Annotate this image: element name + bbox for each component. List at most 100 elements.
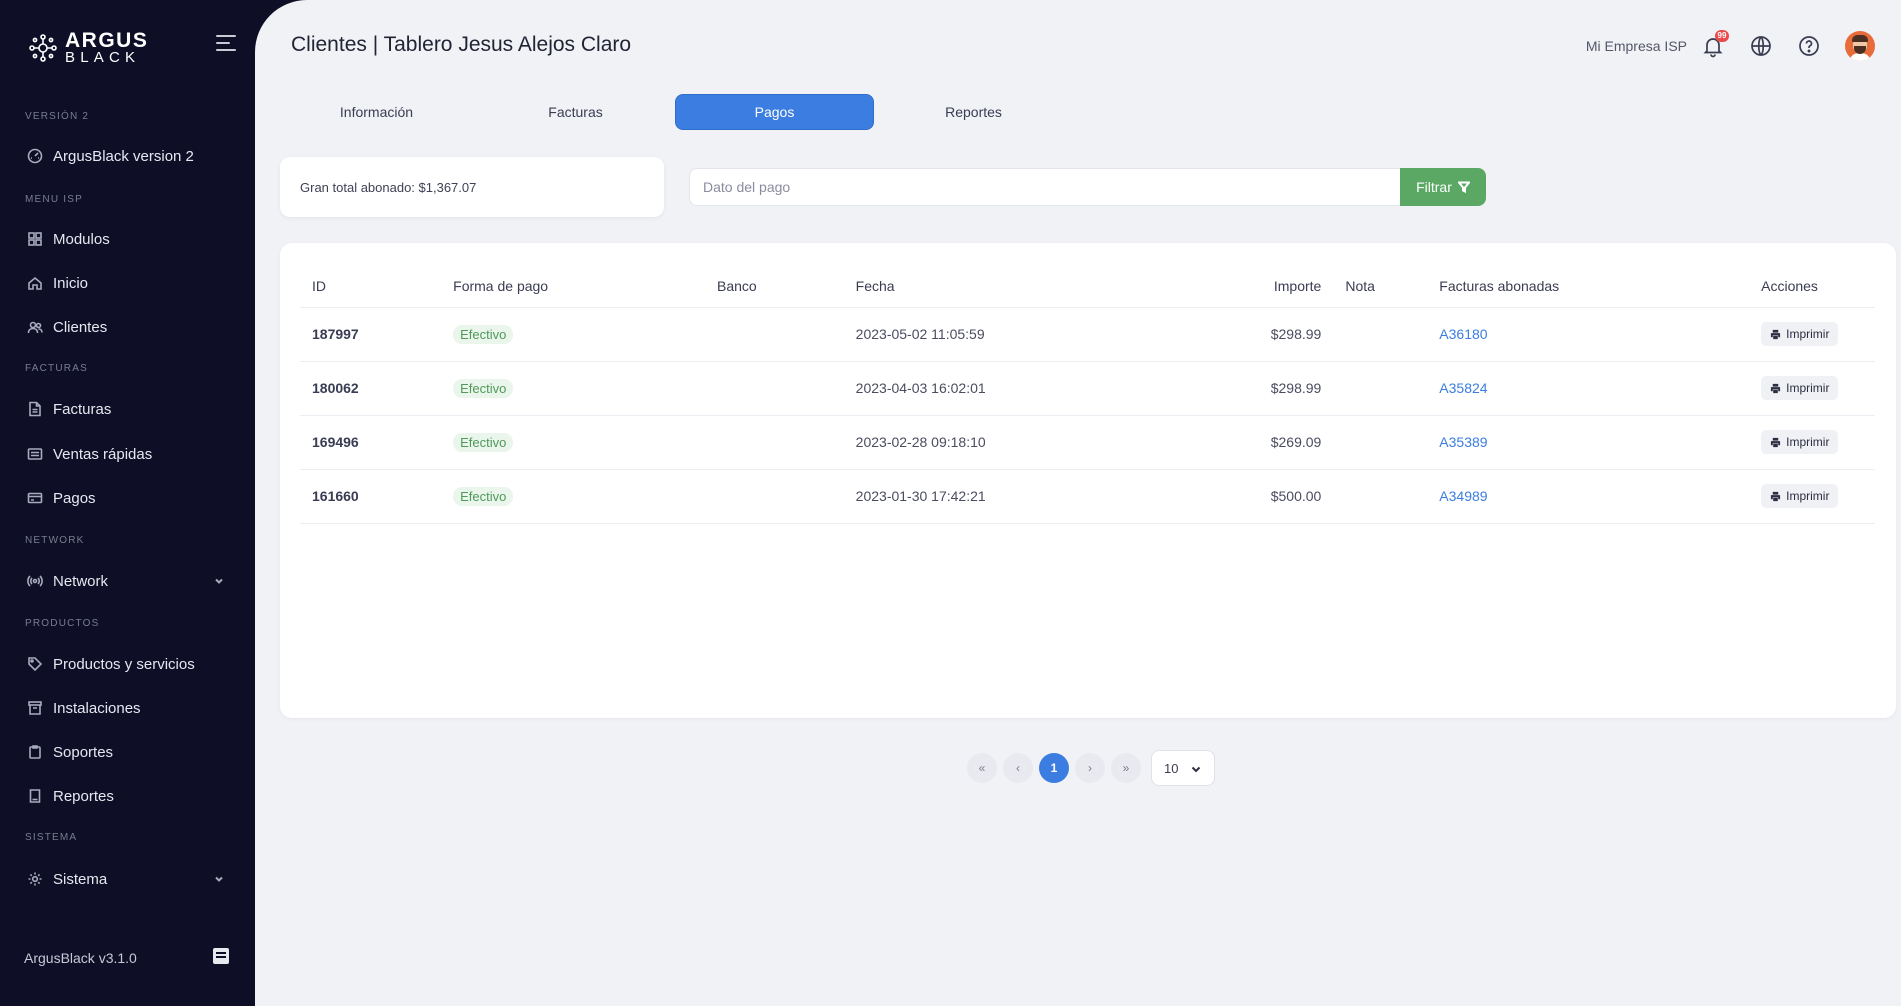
tab-reportes[interactable]: Reportes — [874, 94, 1073, 130]
invoice-cell: A36180 — [1439, 307, 1762, 362]
section-label-productos: PRODUCTOS — [25, 618, 100, 629]
payment-amount: $298.99 — [1155, 307, 1322, 362]
home-icon — [27, 275, 43, 291]
sidebar-item-label: Soportes — [53, 743, 114, 761]
sidebar: ARGUS BLACK VERSIÓN 2 ArgusBlack version… — [0, 0, 255, 1006]
sidebar-item-network[interactable]: Network — [27, 568, 237, 594]
argus-logo-icon — [29, 33, 57, 62]
sidebar-item-modulos[interactable]: Modulos — [27, 226, 237, 252]
bell-icon[interactable]: 99 — [1701, 30, 1729, 58]
invoice-cell: A34989 — [1439, 469, 1762, 524]
pagination: « ‹ 1 › » 10 — [967, 750, 1215, 786]
sidebar-item-instalaciones[interactable]: Instalaciones — [27, 695, 237, 721]
column-header-importe[interactable]: Importe — [1155, 265, 1322, 308]
first-page-button[interactable]: « — [967, 753, 997, 783]
card-icon — [27, 490, 43, 506]
section-label-facturas: FACTURAS — [25, 363, 88, 374]
table-row: 161660 Efectivo 2023-01-30 17:42:21 $500… — [300, 469, 1875, 524]
chevron-down-icon — [1191, 766, 1201, 773]
notification-badge: 99 — [1715, 30, 1729, 42]
sidebar-item-facturas[interactable]: Facturas — [27, 396, 237, 422]
column-header-facturas[interactable]: Facturas abonadas — [1439, 265, 1762, 308]
invoice-link[interactable]: A36180 — [1439, 326, 1487, 342]
user-avatar[interactable] — [1845, 31, 1875, 61]
terminal-icon[interactable] — [213, 948, 229, 964]
file-icon — [27, 401, 43, 417]
menu-toggle-icon[interactable] — [216, 35, 238, 55]
sidebar-item-label: ArgusBlack version 2 — [53, 147, 194, 165]
table-row: 180062 Efectivo 2023-04-03 16:02:01 $298… — [300, 361, 1875, 416]
chevron-down-icon[interactable] — [213, 872, 225, 884]
section-label-version: VERSIÓN 2 — [25, 111, 90, 122]
column-header-banco[interactable]: Banco — [717, 265, 856, 308]
globe-icon[interactable] — [1749, 34, 1773, 58]
invoice-link[interactable]: A35389 — [1439, 434, 1487, 450]
column-header-id[interactable]: ID — [300, 265, 454, 308]
print-button[interactable]: Imprimir — [1761, 484, 1839, 508]
sidebar-item-label: Reportes — [53, 787, 114, 805]
page-title: Clientes | Tablero Jesus Alejos Claro — [291, 33, 632, 56]
print-button[interactable]: Imprimir — [1761, 376, 1839, 400]
page-button-current[interactable]: 1 — [1039, 753, 1069, 783]
invoice-link[interactable]: A34989 — [1439, 488, 1487, 504]
funnel-icon — [1457, 181, 1470, 193]
invoice-link[interactable]: A35824 — [1439, 380, 1487, 396]
column-header-nota[interactable]: Nota — [1321, 265, 1440, 308]
payment-search-input[interactable] — [689, 168, 1400, 206]
sidebar-item-label: Clientes — [53, 318, 108, 336]
per-page-select[interactable]: 10 — [1151, 750, 1215, 786]
sidebar-item-sistema[interactable]: Sistema — [27, 866, 237, 892]
sidebar-item-label: Ventas rápidas — [53, 445, 153, 463]
sidebar-item-clientes[interactable]: Clientes — [27, 314, 237, 340]
actions-cell: Imprimir — [1761, 469, 1875, 524]
tab-facturas[interactable]: Facturas — [476, 94, 675, 130]
company-name[interactable]: Mi Empresa ISP — [1586, 38, 1687, 54]
sidebar-item-label: Inicio — [53, 274, 89, 292]
print-button[interactable]: Imprimir — [1761, 322, 1839, 346]
sidebar-item-label: Facturas — [53, 400, 112, 418]
payment-method-badge: Efectivo — [453, 324, 514, 344]
payment-amount: $269.09 — [1155, 415, 1322, 470]
column-header-forma[interactable]: Forma de pago — [453, 265, 718, 308]
next-page-button[interactable]: › — [1075, 753, 1105, 783]
sidebar-item-ventas-rapidas[interactable]: Ventas rápidas — [27, 441, 237, 467]
column-header-fecha[interactable]: Fecha — [855, 265, 1156, 308]
payments-table: ID Forma de pago Banco Fecha Importe Not… — [300, 265, 1875, 524]
sidebar-item-inicio[interactable]: Inicio — [27, 270, 237, 296]
brand-subname: BLACK — [65, 49, 141, 66]
help-icon[interactable] — [1797, 34, 1821, 58]
payment-note — [1321, 415, 1440, 470]
printer-icon — [1771, 491, 1781, 501]
payment-note — [1321, 307, 1440, 362]
print-button-label: Imprimir — [1786, 435, 1830, 449]
sidebar-item-reportes[interactable]: Reportes — [27, 783, 237, 809]
users-icon — [27, 319, 43, 335]
clipboard-icon — [27, 744, 43, 760]
total-paid-card: Gran total abonado: $1,367.07 — [280, 157, 664, 217]
bank-cell — [717, 361, 856, 416]
chevron-down-icon[interactable] — [213, 574, 225, 586]
sidebar-item-soportes[interactable]: Soportes — [27, 739, 237, 765]
sidebar-item-pagos[interactable]: Pagos — [27, 485, 237, 511]
payment-method-cell: Efectivo — [453, 415, 718, 470]
book-icon — [27, 788, 43, 804]
print-button-label: Imprimir — [1786, 489, 1830, 503]
sidebar-item-argusblack-v2[interactable]: ArgusBlack version 2 — [27, 143, 237, 169]
payment-note — [1321, 469, 1440, 524]
payment-date: 2023-02-28 09:18:10 — [855, 415, 1156, 470]
tab-informacion[interactable]: Información — [277, 94, 476, 130]
payment-id: 161660 — [300, 469, 454, 524]
payment-date: 2023-04-03 16:02:01 — [855, 361, 1156, 416]
tab-pagos[interactable]: Pagos — [675, 94, 874, 130]
payment-id: 180062 — [300, 361, 454, 416]
prev-page-button[interactable]: ‹ — [1003, 753, 1033, 783]
brand-logo[interactable]: ARGUS BLACK — [27, 30, 148, 65]
sidebar-item-productos[interactable]: Productos y servicios — [27, 651, 237, 677]
filter-button[interactable]: Filtrar — [1400, 168, 1486, 206]
printer-icon — [1771, 437, 1781, 447]
table-row: 169496 Efectivo 2023-02-28 09:18:10 $269… — [300, 415, 1875, 470]
payment-id: 169496 — [300, 415, 454, 470]
sidebar-item-label: Network — [53, 572, 109, 590]
last-page-button[interactable]: » — [1111, 753, 1141, 783]
print-button[interactable]: Imprimir — [1761, 430, 1839, 454]
